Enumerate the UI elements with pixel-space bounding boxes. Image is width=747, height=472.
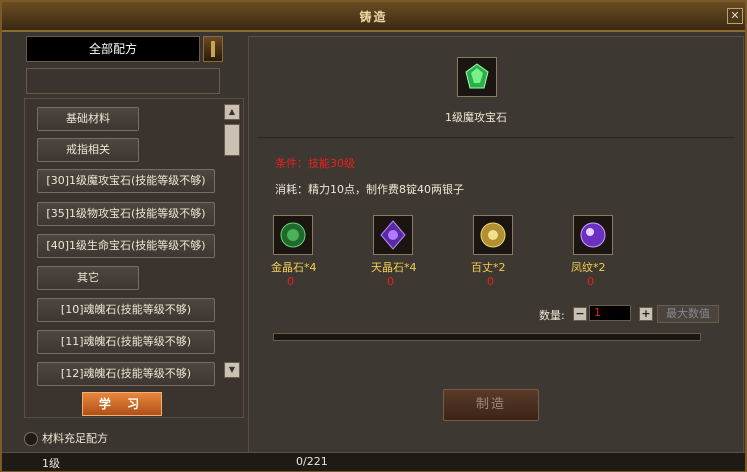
recipe-item[interactable]: [40]1级生命宝石(技能等级不够) [37,234,215,258]
violet-sphere-icon [580,222,606,248]
scroll-down-arrow-icon[interactable]: ▼ [224,362,240,378]
status-bar: 1级 0/221 [2,452,745,471]
purple-crystal-icon [380,220,406,250]
material-count: 0 [387,275,394,288]
max-quantity-button[interactable]: 最大数值 [657,305,719,323]
sufficient-materials-label: 材料充足配方 [42,432,108,445]
recipe-panel: 全部配方 基础材料 戒指相关 [30]1级魔攻宝石(技能等级不够) [35]1级… [10,34,244,454]
dropdown-toggle-icon[interactable] [203,36,223,62]
title-bar[interactable]: 铸造 ✕ [2,2,745,32]
recipe-item[interactable]: [35]1级物攻宝石(技能等级不够) [37,202,215,226]
quantity-minus-button[interactable]: − [573,307,587,321]
material-slot[interactable] [373,215,413,255]
material-count: 0 [587,275,594,288]
list-item-basic-materials[interactable]: 基础材料 [37,107,139,131]
recipe-item[interactable]: [10]魂魄石(技能等级不够) [37,298,215,322]
material-slot[interactable] [573,215,613,255]
result-item-name: 1级魔攻宝石 [445,111,507,124]
sufficient-materials-radio[interactable] [24,432,38,446]
close-icon[interactable]: ✕ [727,8,743,24]
material-slot[interactable] [273,215,313,255]
material-name: 天晶石*4 [371,261,417,274]
recipe-item[interactable]: [11]魂魄石(技能等级不够) [37,330,215,354]
material-name: 金晶石*4 [271,261,317,274]
crafting-progress-bar [273,333,701,341]
recipe-search-input[interactable] [26,68,220,94]
material-count: 0 [487,275,494,288]
window-title: 铸造 [359,10,388,24]
green-gem-icon [280,222,306,248]
craft-button[interactable]: 制造 [443,389,539,421]
scroll-up-arrow-icon[interactable]: ▲ [224,104,240,120]
green-gem-icon [465,63,489,89]
list-item-ring[interactable]: 戒指相关 [37,138,139,162]
scrollbar-thumb[interactable] [224,124,240,156]
recipe-item[interactable]: [12]魂魄石(技能等级不够) [37,362,215,386]
cost-text: 消耗：精力10点，制作费8锭40两银子 [275,183,464,196]
quantity-input[interactable]: 1 [589,305,631,321]
quantity-label: 数量: [539,309,565,322]
quantity-plus-button[interactable]: + [639,307,653,321]
material-name: 凤纹*2 [571,261,606,274]
skill-exp-text: 0/221 [296,455,328,468]
material-slot[interactable] [473,215,513,255]
recipe-filter-dropdown[interactable]: 全部配方 [26,36,200,62]
list-item-other[interactable]: 其它 [37,266,139,290]
requirement-text: 条件：技能30级 [275,157,355,170]
recipe-list: 基础材料 戒指相关 [30]1级魔攻宝石(技能等级不够) [35]1级物攻宝石(… [24,98,244,418]
yellow-orb-icon [480,222,506,248]
crafting-window: 铸造 ✕ 全部配方 基础材料 戒指相关 [30]1级魔攻宝石(技能等级不够) [… [0,0,747,472]
recipe-item[interactable]: [30]1级魔攻宝石(技能等级不够) [37,169,215,193]
skill-level-text: 1级 [42,457,60,470]
material-name: 百丈*2 [471,261,506,274]
recipe-detail-panel: 1级魔攻宝石 条件：技能30级 消耗：精力10点，制作费8锭40两银子 金晶石*… [248,36,744,456]
material-count: 0 [287,275,294,288]
result-item-slot[interactable] [457,57,497,97]
learn-button[interactable]: 学 习 [82,392,162,416]
divider [257,137,735,138]
